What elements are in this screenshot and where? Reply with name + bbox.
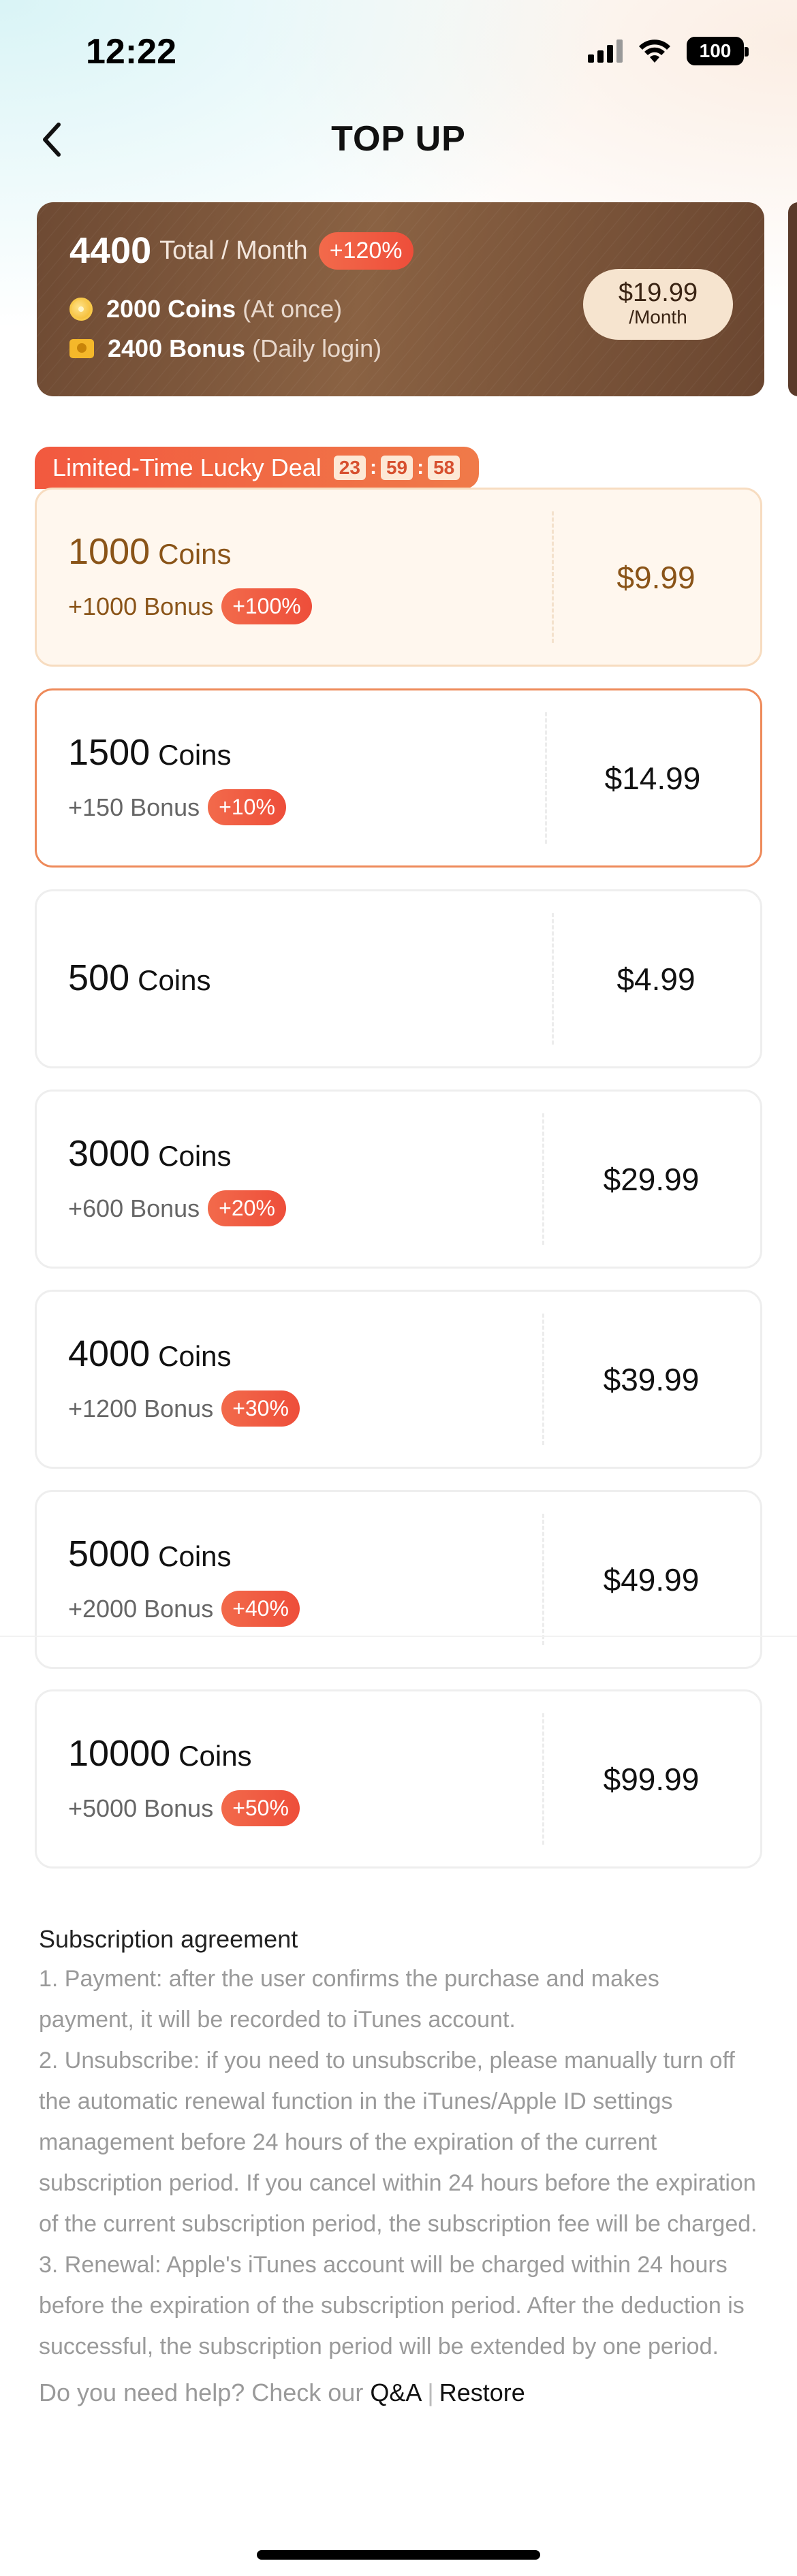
lucky-deal-tab: Limited-Time Lucky Deal 23 : 59 : 58 — [35, 447, 480, 489]
package-coins: 500 Coins — [68, 957, 211, 999]
wifi-icon — [639, 39, 670, 63]
package-price: $4.99 — [616, 961, 696, 997]
coin-package-5000[interactable]: 5000 Coins +2000 Bonus +40% $49.99 — [35, 1490, 762, 1669]
agreement-unsubscribe: 2. Unsubscribe: if you need to unsubscri… — [39, 2048, 757, 2237]
package-bonus-text: +1200 Bonus — [68, 1394, 214, 1422]
package-percent-badge: +10% — [208, 789, 286, 825]
package-bonus-text: +600 Bonus — [68, 1194, 200, 1222]
agreement-payment: 1. Payment: after the user confirms the … — [39, 1966, 659, 2033]
package-coin-amount: 5000 — [68, 1533, 151, 1574]
package-coins: 1000 Coins — [68, 530, 232, 573]
package-coin-unit: Coins — [158, 1540, 232, 1572]
help-separator: | — [427, 2379, 434, 2406]
timer-seconds: 58 — [428, 456, 460, 480]
package-bonus-text: +5000 Bonus — [68, 1794, 214, 1822]
coin-package-10000[interactable]: 10000 Coins +5000 Bonus +50% $99.99 — [35, 1689, 762, 1869]
package-price: $14.99 — [604, 760, 701, 796]
coin-package-3000[interactable]: 3000 Coins +600 Bonus +20% $29.99 — [35, 1090, 762, 1269]
package-coin-unit: Coins — [178, 1740, 252, 1772]
timer-hours: 23 — [333, 456, 366, 480]
package-bonus-text: +150 Bonus — [68, 793, 200, 821]
subscription-card[interactable]: 4400 Total / Month +120% 2000 Coins (At … — [37, 202, 764, 396]
package-bonus: +5000 Bonus +50% — [68, 1790, 300, 1826]
package-bonus-text: +1000 Bonus — [68, 592, 214, 620]
package-percent-badge: +50% — [221, 1790, 300, 1826]
package-coin-unit: Coins — [158, 1140, 232, 1172]
coin-icon — [69, 298, 93, 321]
coin-package-1500[interactable]: 1500 Coins +150 Bonus +10% $14.99 — [35, 688, 762, 868]
subscription-coins-line: 2000 Coins (At once) — [69, 295, 342, 323]
coin-package-1000[interactable]: 1000 Coins +1000 Bonus +100% $9.99 — [35, 488, 762, 667]
package-price: $49.99 — [603, 1561, 700, 1597]
nav-bar: TOP UP — [0, 102, 797, 177]
subscription-period: /Month — [629, 306, 687, 328]
package-coin-amount: 4000 — [68, 1333, 151, 1374]
subscription-total-label: Total / Month — [159, 236, 308, 265]
subscription-bonus-note: (Daily login) — [252, 334, 382, 362]
subscription-price: $19.99 — [618, 279, 698, 307]
package-bonus: +150 Bonus +10% — [68, 789, 286, 825]
package-coin-amount: 500 — [68, 957, 130, 998]
signal-icon — [588, 39, 623, 63]
subscription-percent-badge: +120% — [318, 232, 413, 270]
package-percent-badge: +40% — [221, 1591, 300, 1627]
subscription-price-button[interactable]: $19.99 /Month — [583, 269, 733, 340]
help-text: Do you need help? Check our — [39, 2379, 364, 2406]
package-percent-badge: +100% — [221, 588, 312, 624]
package-percent-badge: +20% — [208, 1190, 286, 1226]
subscription-agreement: Subscription agreement 1. Payment: after… — [39, 1920, 761, 2413]
package-bonus: +2000 Bonus +40% — [68, 1591, 300, 1627]
subscription-bonus-amount: 2400 Bonus — [108, 334, 246, 362]
package-bonus: +1000 Bonus +100% — [68, 588, 312, 624]
package-coin-amount: 1500 — [68, 732, 151, 773]
package-price: $29.99 — [603, 1161, 700, 1197]
package-coins: 1500 Coins — [68, 731, 232, 774]
agreement-title: Subscription agreement — [39, 1925, 298, 1953]
package-coin-unit: Coins — [158, 1340, 232, 1372]
package-percent-badge: +30% — [221, 1390, 300, 1427]
status-time: 12:22 — [86, 32, 176, 71]
package-coin-unit: Coins — [158, 739, 232, 771]
scroll-overlay-line — [0, 1636, 797, 1637]
coin-package-4000[interactable]: 4000 Coins +1200 Bonus +30% $39.99 — [35, 1290, 762, 1469]
lucky-deal-label: Limited-Time Lucky Deal — [52, 454, 322, 481]
page-title: TOP UP — [331, 119, 466, 159]
package-bonus: +600 Bonus +20% — [68, 1190, 286, 1226]
package-bonus: +1200 Bonus +30% — [68, 1390, 300, 1427]
battery-icon: 100 — [687, 37, 749, 65]
timer-separator: : — [369, 456, 377, 479]
package-coin-amount: 3000 — [68, 1133, 151, 1174]
next-subscription-card[interactable] — [788, 202, 797, 396]
package-coin-amount: 10000 — [68, 1733, 171, 1774]
package-coins: 3000 Coins — [68, 1132, 232, 1175]
ticket-icon — [69, 339, 94, 358]
status-bar: 12:22 100 — [0, 0, 797, 102]
subscription-coins-note: (At once) — [243, 295, 343, 323]
agreement-renewal: 3. Renewal: Apple's iTunes account will … — [39, 2252, 745, 2359]
package-coin-amount: 1000 — [68, 531, 151, 572]
help-line: Do you need help? Check our Q&A | Restore — [39, 2372, 761, 2413]
package-coins: 10000 Coins — [68, 1732, 252, 1775]
subscription-bonus-line: 2400 Bonus (Daily login) — [69, 334, 381, 363]
package-price: $9.99 — [616, 559, 696, 595]
package-coins: 5000 Coins — [68, 1533, 232, 1575]
package-coin-unit: Coins — [158, 538, 232, 570]
package-price: $99.99 — [603, 1761, 700, 1797]
package-price: $39.99 — [603, 1361, 700, 1397]
timer-separator: : — [417, 456, 424, 479]
package-coins: 4000 Coins — [68, 1333, 232, 1375]
qa-link[interactable]: Q&A — [370, 2379, 422, 2406]
status-icons: 100 — [588, 37, 749, 65]
timer-minutes: 59 — [380, 456, 413, 480]
home-indicator[interactable] — [257, 2550, 540, 2560]
package-coin-unit: Coins — [138, 964, 211, 996]
subscription-coins-amount: 2000 Coins — [106, 295, 236, 323]
subscription-total-amount: 4400 — [69, 230, 152, 271]
subscription-total: 4400 Total / Month +120% — [69, 229, 413, 272]
coin-package-500[interactable]: 500 Coins $4.99 — [35, 889, 762, 1068]
restore-link[interactable]: Restore — [439, 2379, 525, 2406]
package-bonus-text: +2000 Bonus — [68, 1594, 214, 1623]
